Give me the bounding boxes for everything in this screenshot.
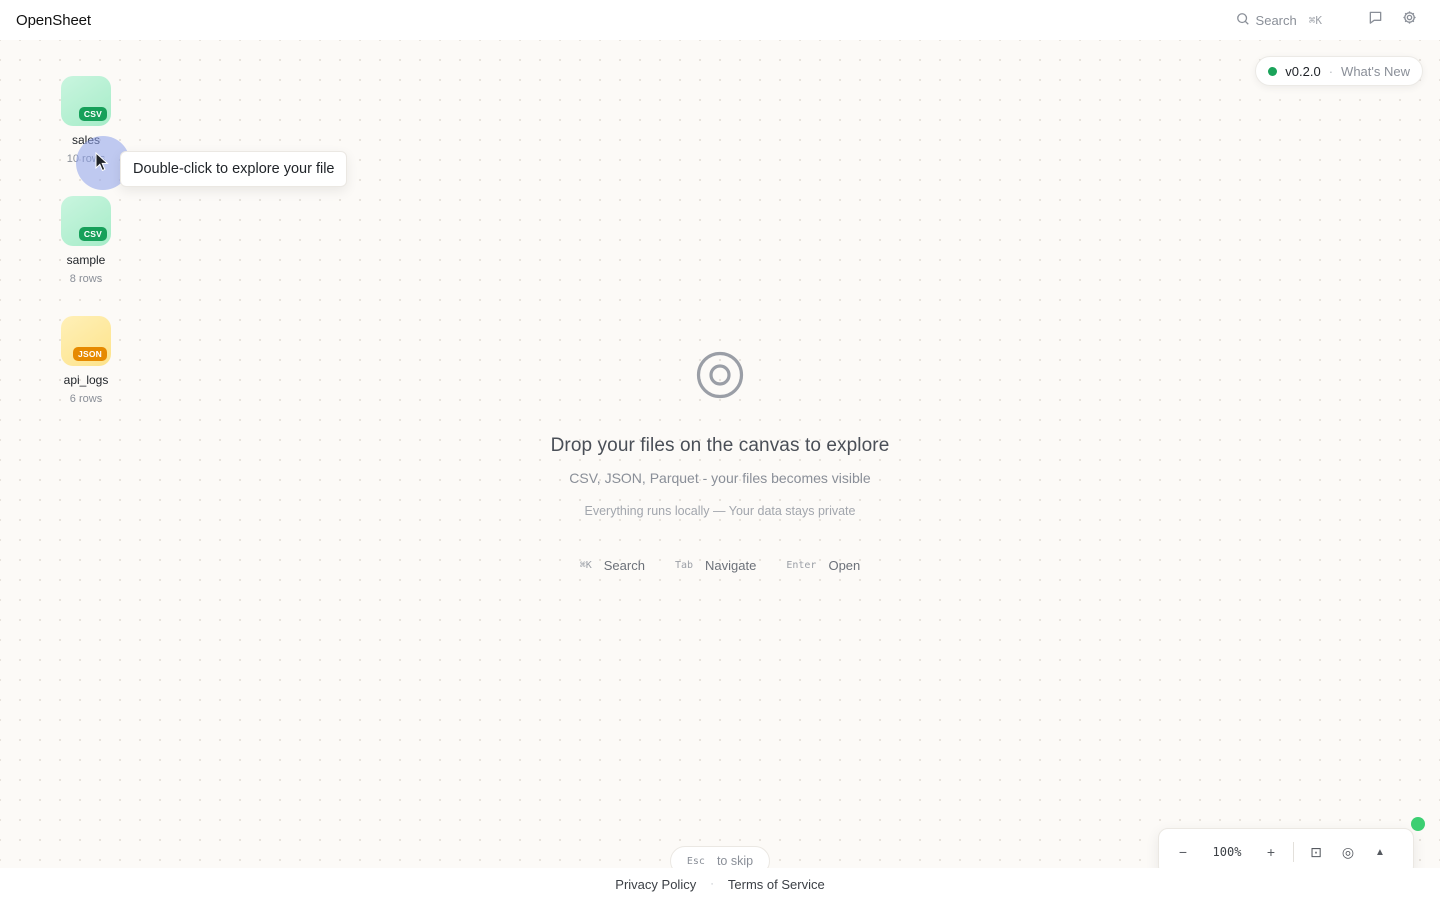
gear-icon <box>1402 10 1417 30</box>
zoom-out-button[interactable]: − <box>1167 836 1199 868</box>
whats-new-link[interactable]: What's New <box>1341 64 1410 79</box>
collapse-button[interactable]: ▲ <box>1364 836 1396 868</box>
empty-state-headline: Drop your files on the canvas to explore <box>550 435 890 456</box>
file-row-count: 6 rows <box>69 393 103 405</box>
shortcut-search[interactable]: ⌘K Search <box>580 558 645 573</box>
file-type-badge: CSV <box>78 227 107 241</box>
top-bar: OpenSheet Search ⌘K <box>0 0 1440 40</box>
file-item-api-logs[interactable]: JSON api_logs 6 rows <box>54 316 118 405</box>
shortcut-label: Search <box>603 558 645 573</box>
csv-file-icon: CSV <box>61 76 111 126</box>
canvas[interactable]: v0.2.0 · What's New CSV sales 10 rows CS… <box>0 40 1440 876</box>
file-name: api_logs <box>63 373 109 387</box>
zoom-in-button[interactable]: + <box>1255 836 1287 868</box>
shortcut-open[interactable]: Enter Open <box>786 558 860 573</box>
shortcut-navigate[interactable]: Tab Navigate <box>675 558 756 573</box>
file-type-badge: CSV <box>78 107 107 121</box>
search-icon <box>1236 12 1250 29</box>
file-item-sample[interactable]: CSV sample 8 rows <box>54 196 118 285</box>
cursor-icon <box>95 152 109 172</box>
skip-label: to skip <box>716 854 754 868</box>
comment-icon <box>1368 10 1383 30</box>
shortcut-label: Navigate <box>705 558 757 573</box>
file-name: sample <box>66 253 106 267</box>
search-button[interactable]: Search ⌘K <box>1228 8 1330 33</box>
top-actions: Search ⌘K <box>1228 5 1424 35</box>
online-indicator <box>1411 817 1425 831</box>
target-icon <box>696 351 744 399</box>
search-shortcut: ⌘K <box>1308 13 1322 27</box>
shortcut-key: Tab <box>674 560 694 571</box>
zoom-divider <box>1293 842 1294 862</box>
privacy-policy-link[interactable]: Privacy Policy <box>615 877 696 892</box>
shortcut-label: Open <box>828 558 861 573</box>
shortcut-hints: ⌘K Search Tab Navigate Enter Open <box>580 558 861 573</box>
settings-button[interactable] <box>1394 5 1424 35</box>
version-separator: · <box>1328 63 1334 79</box>
empty-state: Drop your files on the canvas to explore… <box>420 351 1020 573</box>
csv-file-icon: CSV <box>61 196 111 246</box>
shortcut-key: Enter <box>786 560 817 571</box>
footer-separator: · <box>710 878 714 890</box>
privacy-note: Everything runs locally — Your data stay… <box>584 504 856 518</box>
fit-view-button[interactable]: ⊡ <box>1300 836 1332 868</box>
file-type-badge: JSON <box>73 347 107 361</box>
file-row-count: 8 rows <box>69 273 103 285</box>
zoom-level: 100% <box>1212 845 1242 859</box>
search-label: Search <box>1255 12 1297 28</box>
center-view-button[interactable]: ◎ <box>1332 836 1364 868</box>
footer: Privacy Policy · Terms of Service <box>0 868 1440 900</box>
onboarding-tooltip: Double-click to explore your file <box>120 151 348 187</box>
whats-new-pill[interactable]: v0.2.0 · What's New <box>1255 56 1423 86</box>
app-title: OpenSheet <box>16 11 91 29</box>
empty-state-subline: CSV, JSON, Parquet - your files becomes … <box>569 470 871 486</box>
skip-key: Esc <box>686 855 705 867</box>
json-file-icon: JSON <box>61 316 111 366</box>
version-label: v0.2.0 <box>1285 63 1321 79</box>
terms-of-service-link[interactable]: Terms of Service <box>728 877 825 892</box>
feedback-button[interactable] <box>1360 5 1390 35</box>
shortcut-key: ⌘K <box>579 560 592 571</box>
status-dot <box>1268 66 1278 76</box>
